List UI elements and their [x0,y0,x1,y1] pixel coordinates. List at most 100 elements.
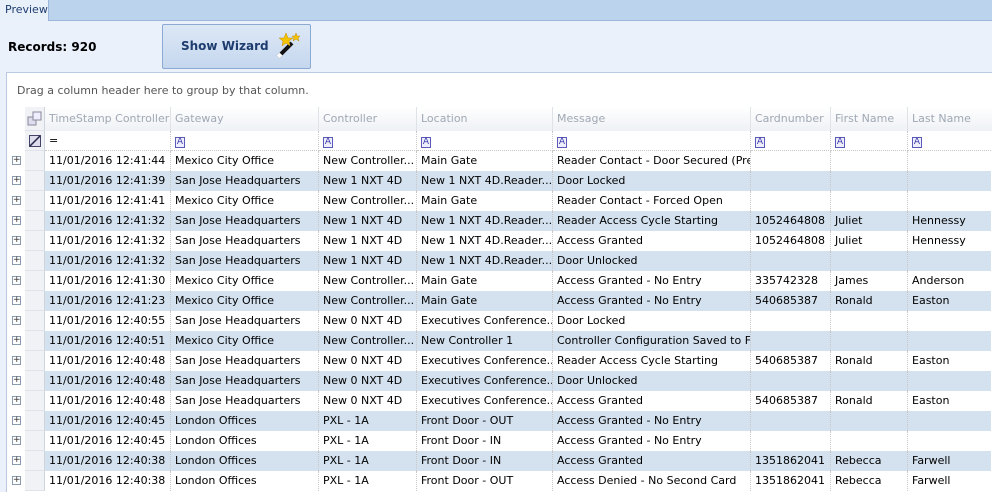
row-indicator[interactable] [25,451,45,471]
filter-gateway[interactable]: A [171,131,319,151]
text-filter-icon[interactable]: A [755,137,765,148]
expand-row-icon[interactable]: + [12,176,21,185]
group-by-panel[interactable]: Drag a column header here to group by th… [17,84,309,97]
text-filter-icon[interactable]: A [835,137,845,148]
row-indicator[interactable] [25,251,45,271]
cell-gateway: Mexico City Office [171,191,319,211]
text-filter-icon[interactable]: A [557,137,567,148]
row-indicator[interactable] [25,271,45,291]
cell-message: Access Granted - No Entry [553,271,751,291]
filter-clear-icon[interactable] [25,131,45,151]
filter-controller[interactable]: A [319,131,417,151]
expand-row-icon[interactable]: + [12,216,21,225]
cell-message: Door Locked [553,311,751,331]
table-row[interactable]: 11/01/2016 12:40:45 London Offices PXL - 1… [25,431,991,451]
table-row[interactable]: 11/01/2016 12:40:51 Mexico City Office New… [25,331,991,351]
table-row[interactable]: 11/01/2016 12:41:32 San Jose Headquarters… [25,211,991,231]
text-filter-icon[interactable]: A [421,137,431,148]
table-row[interactable]: 11/01/2016 12:40:38 London Offices PXL - 1… [25,451,991,471]
expand-row-icon[interactable]: + [12,316,21,325]
column-header-last-name[interactable]: Last Name [908,107,992,131]
column-header-location[interactable]: Location [417,107,553,131]
table-row[interactable]: 11/01/2016 12:41:41 Mexico City Office New… [25,191,991,211]
cell-location: Executives Conference... [417,311,553,331]
expand-row-icon[interactable]: + [12,376,21,385]
table-row[interactable]: 11/01/2016 12:41:32 San Jose Headquarters… [25,251,991,271]
cell-location: New 1 NXT 4D.Reader... [417,251,553,271]
text-filter-icon[interactable]: A [323,137,333,148]
expand-row-icon[interactable]: + [12,156,21,165]
expand-row-icon[interactable]: + [12,396,21,405]
table-row[interactable]: 11/01/2016 12:40:38 London Offices PXL - 1… [25,471,991,491]
expand-row-icon[interactable]: + [12,436,21,445]
table-row[interactable]: 11/01/2016 12:41:30 Mexico City Office New… [25,271,991,291]
text-filter-icon[interactable]: A [912,137,922,148]
cell-message: Access Granted - No Entry [553,431,751,451]
row-indicator[interactable] [25,191,45,211]
cell-location: Front Door - OUT [417,411,553,431]
row-indicator[interactable] [25,151,45,171]
filter-operator[interactable]: = [49,134,58,147]
expand-row-icon[interactable]: + [12,416,21,425]
row-indicator[interactable] [25,211,45,231]
cell-timestamp: 11/01/2016 12:41:32 [45,251,171,271]
row-indicator[interactable] [25,411,45,431]
filter-timestamp[interactable]: = [45,131,171,151]
row-indicator[interactable] [25,331,45,351]
filter-first-name[interactable]: A [831,131,908,151]
expand-row-icon[interactable]: + [12,296,21,305]
table-row[interactable]: 11/01/2016 12:41:32 San Jose Headquarters… [25,231,991,251]
column-header-controller[interactable]: Controller [319,107,417,131]
filter-cardnumber[interactable]: A [751,131,831,151]
row-indicator[interactable] [25,371,45,391]
expand-row-icon[interactable]: + [12,456,21,465]
row-indicator[interactable] [25,171,45,191]
table-row[interactable]: 11/01/2016 12:40:48 San Jose Headquarters… [25,351,991,371]
column-header-cardnumber[interactable]: Cardnumber [751,107,831,131]
column-chooser-icon[interactable] [25,107,45,131]
cell-cardnumber [751,251,831,271]
cell-timestamp: 11/01/2016 12:40:45 [45,411,171,431]
table-row[interactable]: 11/01/2016 12:41:23 Mexico City Office New… [25,291,991,311]
expand-row-icon[interactable]: + [12,196,21,205]
table-row[interactable]: 11/01/2016 12:41:39 San Jose Headquarters… [25,171,991,191]
cell-message: Controller Configuration Saved to Fl... [553,331,751,351]
cell-timestamp: 11/01/2016 12:40:38 [45,451,171,471]
row-indicator[interactable] [25,391,45,411]
cell-last-name [908,191,992,211]
column-header-message[interactable]: Message [553,107,751,131]
tab-preview[interactable]: Preview [0,0,49,21]
cell-cardnumber [751,331,831,351]
expand-row-icon[interactable]: + [12,476,21,485]
expand-row-icon[interactable]: + [12,236,21,245]
table-row[interactable]: 11/01/2016 12:40:48 San Jose Headquarters… [25,391,991,411]
column-header-first-name[interactable]: First Name [831,107,908,131]
filter-message[interactable]: A [553,131,751,151]
cell-controller: New Controller... [319,271,417,291]
filter-last-name[interactable]: A [908,131,992,151]
table-row[interactable]: 11/01/2016 12:40:48 San Jose Headquarters… [25,371,991,391]
filter-location[interactable]: A [417,131,553,151]
table-row[interactable]: 11/01/2016 12:40:45 London Offices PXL - 1… [25,411,991,431]
expand-row-icon[interactable]: + [12,276,21,285]
row-indicator[interactable] [25,351,45,371]
row-indicator[interactable] [25,291,45,311]
column-header-timestamp[interactable]: TimeStamp Controller [45,107,171,131]
row-indicator[interactable] [25,311,45,331]
cell-last-name: Farwell [908,451,992,471]
tab-strip: Preview [0,0,992,21]
table-row[interactable]: 11/01/2016 12:40:55 San Jose Headquarters… [25,311,991,331]
expand-row-icon[interactable]: + [12,256,21,265]
row-indicator[interactable] [25,431,45,451]
cell-timestamp: 11/01/2016 12:41:39 [45,171,171,191]
expand-row-icon[interactable]: + [12,356,21,365]
text-filter-icon[interactable]: A [175,137,185,148]
cell-location: New 1 NXT 4D.Reader... [417,231,553,251]
column-header-gateway[interactable]: Gateway [171,107,319,131]
cell-controller: New 1 NXT 4D [319,171,417,191]
row-indicator[interactable] [25,471,45,491]
row-indicator[interactable] [25,231,45,251]
show-wizard-button[interactable]: Show Wizard [162,24,311,69]
expand-row-icon[interactable]: + [12,336,21,345]
table-row[interactable]: 11/01/2016 12:41:44 Mexico City Office New… [25,151,991,171]
